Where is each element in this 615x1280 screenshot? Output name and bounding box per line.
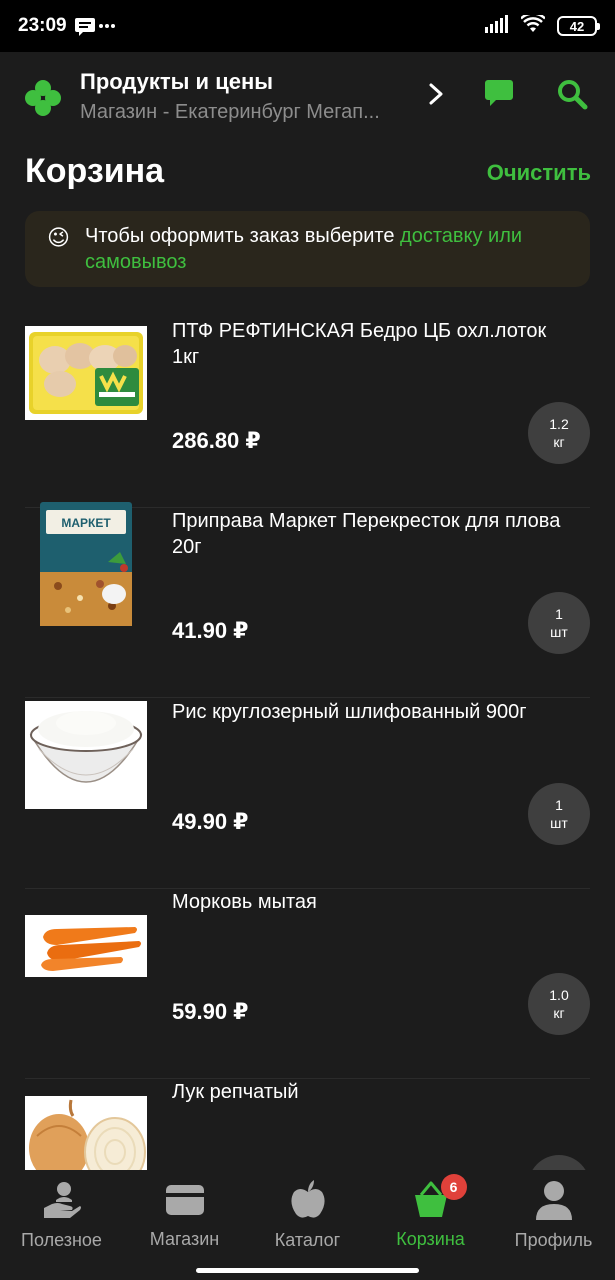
product-price: 41.90 ₽	[172, 618, 249, 643]
cart-item[interactable]: МАРКЕТ Приправа Маркет Перекресток для п…	[25, 502, 590, 698]
nav-useful[interactable]: Полезное	[0, 1180, 123, 1250]
cart-item[interactable]: Рис круглозерный шлифованный 900г 49.90 …	[25, 699, 590, 889]
nav-label: Полезное	[21, 1230, 102, 1250]
quantity-unit: кг	[553, 434, 565, 450]
nav-label: Каталог	[274, 1230, 341, 1250]
basket-icon: 6	[413, 1174, 467, 1219]
hand-person-icon	[42, 1180, 82, 1220]
notice-text: Чтобы оформить заказ выберите	[85, 225, 401, 247]
product-price: 286.80 ₽	[172, 428, 261, 453]
chevron-right-icon[interactable]	[426, 82, 446, 111]
nav-store[interactable]: Магазин	[123, 1180, 246, 1250]
product-image-chicken	[25, 326, 147, 420]
status-bar: 23:09 42	[0, 0, 615, 52]
quantity-unit: шт	[550, 624, 568, 640]
cart-item[interactable]: Лук репчатый	[25, 1079, 590, 1170]
store-selector[interactable]: Продукты и цены Магазин - Екатеринбург М…	[80, 69, 420, 124]
app-title: Продукты и цены	[80, 68, 274, 94]
product-price: 59.90 ₽	[172, 999, 249, 1024]
home-indicator[interactable]	[196, 1268, 419, 1273]
delivery-notice: 😉 Чтобы оформить заказ выберите доставку…	[25, 211, 590, 287]
cart-item[interactable]: ПТФ РЕФТИНСКАЯ Бедро ЦБ охл.лоток 1кг 28…	[25, 318, 590, 508]
clear-cart-button[interactable]: Очистить	[487, 160, 591, 186]
product-image-onion	[25, 1096, 147, 1170]
clover-logo-icon	[24, 79, 62, 117]
nav-label: Профиль	[514, 1230, 593, 1250]
card-icon	[165, 1180, 205, 1219]
product-image-carrot	[25, 915, 147, 977]
quantity-value: 1	[555, 606, 563, 622]
store-name: Магазин - Екатеринбург Мегап...	[80, 100, 380, 123]
nav-label: Магазин	[149, 1229, 220, 1249]
cart-item[interactable]: Морковь мытая 59.90 ₽ 1.0 кг	[25, 889, 590, 1079]
quantity-button[interactable]: 1 шт	[528, 592, 590, 654]
svg-text:МАРКЕТ: МАРКЕТ	[61, 516, 111, 530]
product-name: Морковь мытая	[172, 891, 317, 913]
wifi-icon	[520, 11, 546, 38]
wink-emoji-icon: 😉	[47, 225, 70, 250]
nav-catalog[interactable]: Каталог	[246, 1180, 369, 1250]
product-name: ПТФ РЕФТИНСКАЯ Бедро ЦБ охл.лоток 1кг	[172, 320, 547, 368]
quantity-button[interactable]: 1.0 кг	[528, 973, 590, 1035]
quantity-button[interactable]: 1 шт	[528, 783, 590, 845]
quantity-button[interactable]: 1.2 кг	[528, 402, 590, 464]
battery-icon: 42	[557, 16, 600, 36]
signal-icon	[485, 14, 509, 38]
product-image-rice	[25, 701, 147, 809]
page-title: Корзина	[25, 152, 165, 190]
product-name: Рис круглозерный шлифованный 900г	[172, 701, 527, 723]
product-price: 49.90 ₽	[172, 809, 249, 834]
person-icon	[535, 1180, 572, 1220]
product-name: Приправа Маркет Перекресток для плова 20…	[172, 510, 561, 558]
nav-cart[interactable]: 6 Корзина	[369, 1174, 492, 1250]
bottom-navigation: Полезное Магазин Каталог 6 Корзина Профи…	[0, 1170, 615, 1280]
chat-icon[interactable]	[484, 78, 514, 113]
apple-icon	[290, 1180, 326, 1220]
cart-count-badge: 6	[440, 1174, 467, 1200]
message-notification-icon	[74, 16, 115, 36]
quantity-value: 1	[555, 797, 563, 813]
quantity-button[interactable]	[528, 1155, 590, 1170]
nav-label: Корзина	[396, 1229, 465, 1249]
quantity-unit: кг	[553, 1005, 565, 1021]
app-header: Продукты и цены Магазин - Екатеринбург М…	[0, 52, 615, 140]
status-time: 23:09	[18, 15, 67, 36]
quantity-value: 1.0	[549, 987, 569, 1003]
search-icon[interactable]	[556, 78, 588, 115]
product-image-seasoning: МАРКЕТ	[25, 502, 147, 626]
quantity-value: 1.2	[549, 416, 569, 432]
nav-profile[interactable]: Профиль	[492, 1180, 615, 1250]
product-name: Лук репчатый	[172, 1081, 299, 1103]
quantity-unit: шт	[550, 815, 568, 831]
